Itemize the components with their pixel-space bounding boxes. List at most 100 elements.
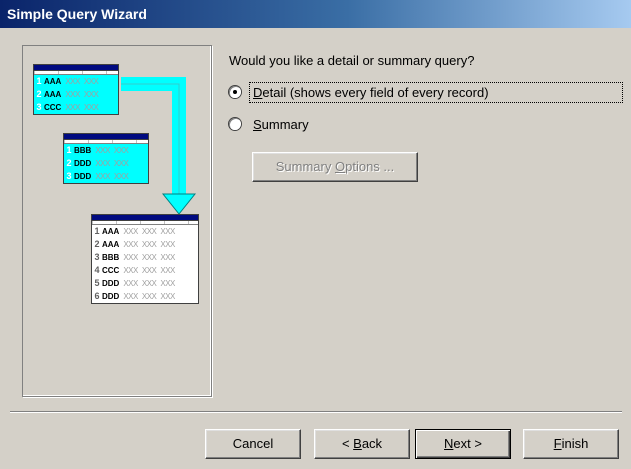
source-table-1: 1 AAA XXX XXX 2 AAA XXX XXX 3 CCC XXX XXX [33,64,119,115]
row-field: XXX [123,266,138,275]
row-number: 1 [36,76,42,86]
row-field: XXX [141,227,157,236]
source-table-2-row: 1 BBB XXX XXX [64,144,148,157]
source-table-2-row: 2 DDD XXX XXX [64,157,148,170]
detail-radio[interactable] [229,86,241,98]
back-label-pre: < [341,436,354,451]
row-field: XXX [83,90,99,99]
row-key: DDD [74,159,92,168]
query-type-question: Would you like a detail or summary query… [229,53,475,68]
row-field: XXX [123,253,138,262]
summary-options-post: ptions ... [345,159,395,174]
row-field: XXX [123,279,138,288]
cancel-label: Cancel [232,436,274,451]
row-key: DDD [74,172,92,181]
summary-option[interactable]: Summary [229,113,313,135]
summary-label-key: S [253,116,262,132]
source-table-1-row: 3 CCC XXX XXX [34,101,118,114]
row-field: XXX [160,227,175,236]
row-number: 2 [36,89,42,99]
result-table-row: 2 AAA XXX XXX XXX [92,238,198,251]
row-field: XXX [113,159,129,168]
cancel-button[interactable]: Cancel [205,429,301,459]
illustration-panel: 1 AAA XXX XXX 2 AAA XXX XXX 3 CCC XXX XXX 1 BBB XXX XX… [22,45,212,397]
row-number: 2 [94,239,100,249]
row-field: XXX [141,292,157,301]
row-field: XXX [123,292,138,301]
source-table-1-row: 2 AAA XXX XXX [34,88,118,101]
row-key: AAA [102,240,120,249]
source-table-2-row: 3 DDD XXX XXX [64,170,148,183]
back-label-key: B [353,436,362,451]
row-field: XXX [95,146,110,155]
separator-line [10,411,622,413]
next-label-key: N [444,436,454,451]
row-number: 3 [66,171,72,181]
row-key: AAA [44,77,62,86]
row-field: XXX [65,90,80,99]
finish-button[interactable]: Finish [523,429,619,459]
row-key: CCC [44,103,62,112]
next-label-post: ext > [453,436,482,451]
next-button[interactable]: Next > [415,429,511,459]
back-label-post: ack [361,436,383,451]
row-key: DDD [102,292,120,301]
row-number: 1 [94,226,100,236]
source-table-1-row: 1 AAA XXX XXX [34,75,118,88]
row-key: AAA [44,90,62,99]
row-number: 4 [94,265,100,275]
result-table-row: 4 CCC XXX XXX XXX [92,264,198,277]
row-field: XXX [95,172,110,181]
row-number: 3 [94,252,100,262]
summary-label: Summary [249,115,313,134]
result-table-row: 3 BBB XXX XXX XXX [92,251,198,264]
row-field: XXX [160,279,175,288]
radio-selected-dot [233,90,237,94]
row-field: XXX [141,240,157,249]
row-field: XXX [160,266,175,275]
row-field: XXX [65,103,80,112]
row-key: AAA [102,227,120,236]
row-field: XXX [95,159,110,168]
row-field: XXX [160,253,175,262]
row-number: 2 [66,158,72,168]
row-number: 5 [94,278,100,288]
row-number: 6 [94,291,100,301]
row-number: 3 [36,102,42,112]
row-field: XXX [123,240,138,249]
row-field: XXX [83,77,99,86]
row-key: DDD [102,279,120,288]
result-table: 1 AAA XXX XXX XXX 2 AAA XXX XXX XXX 3 BBB XXX XXX XXX 4… [91,214,199,304]
back-button[interactable]: < Back [314,429,410,459]
detail-option[interactable]: Detail (shows every field of every recor… [229,81,623,103]
finish-label-post: inish [561,436,589,451]
row-field: XXX [83,103,99,112]
row-field: XXX [113,146,129,155]
title-bar[interactable]: Simple Query Wizard [0,0,631,28]
result-table-row: 6 DDD XXX XXX XXX [92,290,198,303]
row-field: XXX [141,253,157,262]
summary-options-key: O [334,159,346,174]
row-field: XXX [113,172,129,181]
row-field: XXX [123,227,138,236]
source-table-2: 1 BBB XXX XXX 2 DDD XXX XXX 3 DDD XXX XXX [63,133,149,184]
wizard-window: Simple Query Wizard 1 AAA XXX XXX 2 AAA XXX XXX… [0,0,631,469]
summary-options-button[interactable]: Summary Options ... [252,152,418,182]
row-key: CCC [102,266,120,275]
window-title: Simple Query Wizard [7,6,147,22]
row-field: XXX [141,279,157,288]
row-field: XXX [160,292,175,301]
row-field: XXX [65,77,80,86]
row-key: BBB [74,146,92,155]
row-key: BBB [102,253,120,262]
summary-label-rest: ummary [261,116,309,132]
row-field: XXX [141,266,157,275]
summary-radio[interactable] [229,118,241,130]
finish-label-key: F [553,436,562,451]
result-table-row: 1 AAA XXX XXX XXX [92,225,198,238]
detail-label-key: D [253,84,263,100]
row-field: XXX [160,240,175,249]
detail-label-rest: etail (shows every field of every record… [262,84,489,100]
detail-label-focus: Detail (shows every field of every recor… [249,81,623,103]
summary-options-pre: Summary [275,159,335,174]
